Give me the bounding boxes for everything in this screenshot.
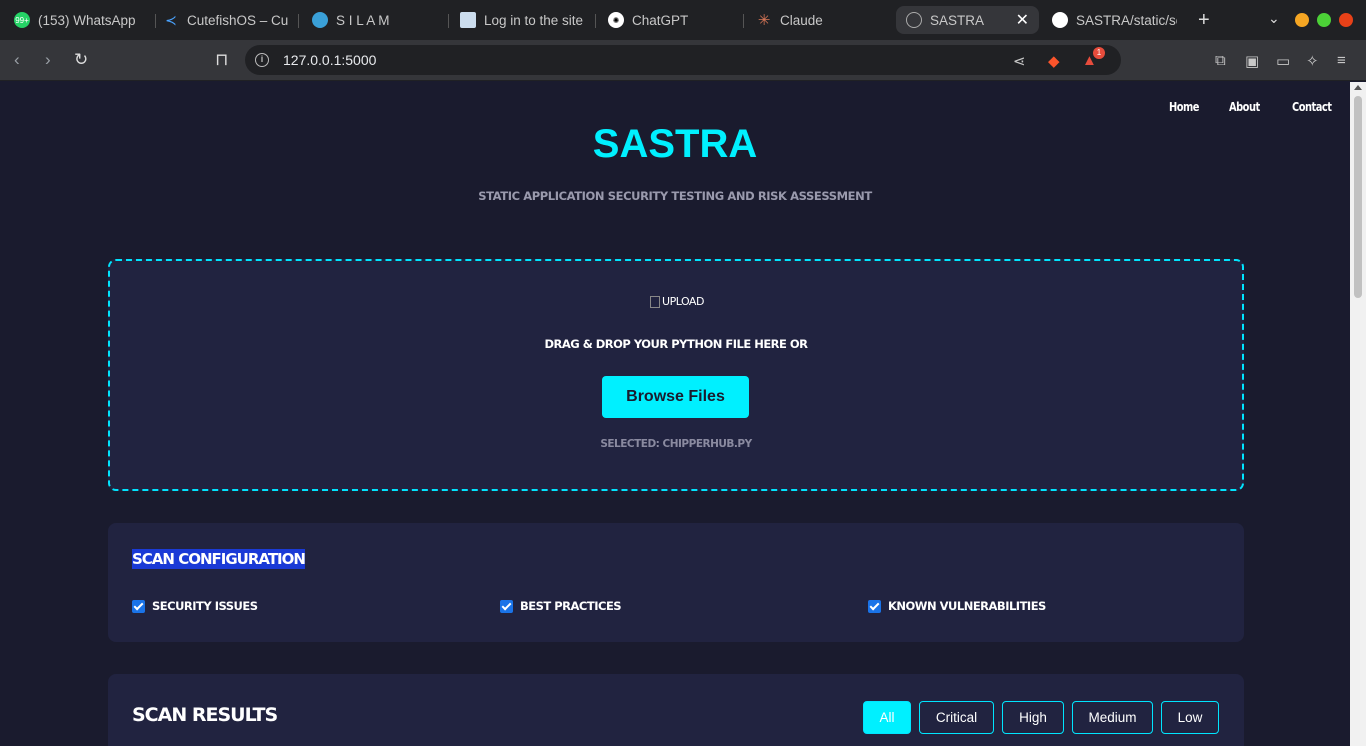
page-subtitle: Static Application Security Testing and … bbox=[478, 189, 872, 203]
option-label: Best Practices bbox=[520, 599, 622, 613]
back-icon[interactable]: ‹ bbox=[14, 50, 20, 70]
reload-icon[interactable]: ↻ bbox=[74, 50, 88, 70]
selected-file-label: Selected: chipperhub.py bbox=[600, 438, 752, 450]
brave-shield-icon[interactable]: ◆ bbox=[1048, 52, 1060, 70]
leo-ai-icon[interactable]: ✧ bbox=[1306, 52, 1319, 70]
moodle-icon bbox=[460, 12, 476, 28]
claude-icon: ✳ bbox=[757, 12, 771, 29]
new-tab-button[interactable]: + bbox=[1198, 9, 1210, 32]
share-icon[interactable]: ⋖ bbox=[1013, 52, 1026, 70]
tab-sastra[interactable]: SASTRA ✕ bbox=[896, 6, 1039, 34]
menu-icon[interactable]: ≡ bbox=[1337, 52, 1346, 69]
drop-instructions: Drag & drop your Python file here or bbox=[544, 337, 808, 351]
checkbox-checked-icon[interactable] bbox=[868, 599, 881, 613]
extensions-icon[interactable]: ⧉ bbox=[1215, 52, 1226, 69]
tab-whatsapp[interactable]: 99+ (153) WhatsApp bbox=[14, 6, 154, 34]
browser-tab-bar: 99+ (153) WhatsApp ≺ CutefishOS – Cut S … bbox=[0, 0, 1366, 40]
tab-label: Claude bbox=[780, 12, 823, 28]
checkbox-checked-icon[interactable] bbox=[132, 599, 145, 613]
globe-icon bbox=[906, 12, 922, 28]
tab-list-chevron-icon[interactable]: ⌄ bbox=[1268, 10, 1280, 27]
page-content: Home About Contact SASTRA Static Applica… bbox=[0, 82, 1350, 746]
tab-label: SASTRA bbox=[930, 12, 985, 28]
github-icon bbox=[1052, 12, 1068, 28]
wallet-icon[interactable]: ▭ bbox=[1276, 52, 1290, 70]
close-window-button[interactable] bbox=[1339, 13, 1353, 27]
notification-badge: 1 bbox=[1093, 47, 1105, 59]
url-text: 127.0.0.1:5000 bbox=[283, 52, 377, 68]
tab-label: SASTRA/static/sc bbox=[1076, 12, 1177, 28]
forward-icon[interactable]: › bbox=[45, 50, 51, 70]
filter-critical-button[interactable]: Critical bbox=[919, 701, 994, 734]
chatgpt-icon: ✺ bbox=[608, 12, 624, 28]
option-known-vulnerabilities[interactable]: Known Vulnerabilities bbox=[868, 599, 1046, 613]
tab-label: (153) WhatsApp bbox=[38, 12, 136, 28]
tab-label: Log in to the site bbox=[484, 12, 584, 28]
tab-label: ChatGPT bbox=[632, 12, 689, 28]
nav-contact-link[interactable]: Contact bbox=[1292, 100, 1332, 114]
tab-cutefish[interactable]: ≺ CutefishOS – Cut bbox=[163, 6, 288, 34]
sidebar-icon[interactable]: ▣ bbox=[1245, 52, 1259, 70]
option-label: Security Issues bbox=[152, 599, 258, 613]
tab-claude[interactable]: ✳ Claude bbox=[756, 6, 881, 34]
cutefish-icon: ≺ bbox=[165, 11, 177, 28]
option-label: Known Vulnerabilities bbox=[888, 599, 1046, 613]
scan-configuration-card: Scan Configuration Security Issues Best … bbox=[108, 523, 1244, 642]
checkbox-checked-icon[interactable] bbox=[500, 599, 513, 613]
silam-icon bbox=[312, 12, 328, 28]
close-tab-icon[interactable]: ✕ bbox=[1016, 10, 1029, 30]
option-best-practices[interactable]: Best Practices bbox=[500, 599, 622, 613]
site-info-icon[interactable]: i bbox=[255, 53, 269, 67]
filter-high-button[interactable]: High bbox=[1002, 701, 1064, 734]
upload-icon: Upload bbox=[110, 295, 1242, 308]
page-scrollbar[interactable] bbox=[1350, 82, 1366, 746]
tab-silam[interactable]: S I L A M bbox=[312, 6, 437, 34]
scrollbar-thumb[interactable] bbox=[1354, 96, 1362, 298]
address-bar[interactable]: i 127.0.0.1:5000 bbox=[245, 45, 1121, 75]
option-security-issues[interactable]: Security Issues bbox=[132, 599, 258, 613]
whatsapp-icon: 99+ bbox=[14, 12, 30, 28]
scan-configuration-title: Scan Configuration bbox=[132, 549, 306, 569]
filter-medium-button[interactable]: Medium bbox=[1072, 701, 1153, 734]
tab-label: CutefishOS – Cut bbox=[187, 12, 288, 28]
nav-about-link[interactable]: About bbox=[1229, 100, 1260, 114]
maximize-button[interactable] bbox=[1317, 13, 1331, 27]
scan-results-title: Scan Results bbox=[132, 704, 278, 726]
tab-login[interactable]: Log in to the site bbox=[460, 6, 585, 34]
tab-chatgpt[interactable]: ✺ ChatGPT bbox=[608, 6, 733, 34]
tab-github[interactable]: SASTRA/static/sc bbox=[1052, 6, 1177, 34]
filter-all-button[interactable]: All bbox=[863, 701, 911, 734]
nav-home-link[interactable]: Home bbox=[1169, 100, 1199, 114]
browser-toolbar: ‹ › ↻ ⊓ i 127.0.0.1:5000 ⋖ ◆ ▲ 1 ⧉ ▣ ▭ ✧… bbox=[0, 40, 1366, 81]
browse-files-button[interactable]: Browse Files bbox=[602, 376, 749, 418]
tab-label: S I L A M bbox=[336, 12, 390, 28]
scroll-up-arrow-icon[interactable] bbox=[1354, 85, 1362, 90]
filter-low-button[interactable]: Low bbox=[1161, 701, 1219, 734]
file-drop-zone[interactable]: Upload Drag & drop your Python file here… bbox=[108, 259, 1244, 491]
bookmark-icon[interactable]: ⊓ bbox=[215, 50, 228, 70]
page-title: SASTRA bbox=[592, 122, 758, 166]
minimize-button[interactable] bbox=[1295, 13, 1309, 27]
scan-results-card: Scan Results All Critical High Medium Lo… bbox=[108, 674, 1244, 746]
